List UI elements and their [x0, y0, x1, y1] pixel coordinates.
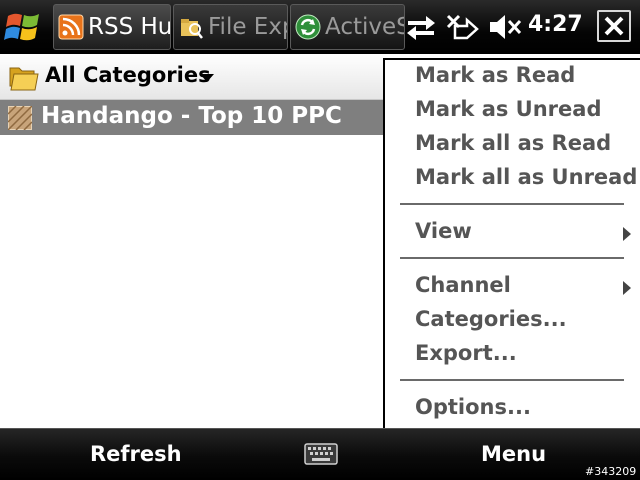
submenu-arrow-icon — [623, 227, 631, 241]
menu-item-view[interactable]: View — [415, 219, 472, 243]
clock[interactable]: 4:27 — [528, 12, 583, 37]
task-tab-label: ActiveSync — [325, 14, 404, 40]
watermark: #343209 — [585, 465, 637, 478]
menu-item-mark-as-read[interactable]: Mark as Read — [415, 63, 575, 87]
refresh-softkey[interactable]: Refresh — [90, 442, 182, 466]
menu-item-categories[interactable]: Categories... — [415, 307, 567, 331]
task-tab-file-explorer[interactable]: File Explorer — [173, 4, 288, 50]
context-menu: Mark as Read Mark as Unread Mark all as … — [383, 58, 640, 428]
menu-item-mark-all-as-read[interactable]: Mark all as Read — [415, 131, 611, 155]
speaker-muted-icon[interactable] — [487, 12, 523, 42]
menu-separator — [400, 257, 624, 259]
feed-icon — [8, 106, 32, 130]
no-signal-icon[interactable] — [445, 12, 481, 42]
task-tab-rss-hub[interactable]: RSS Hub — [53, 4, 171, 50]
menu-item-export[interactable]: Export... — [415, 341, 517, 365]
menu-item-mark-as-unread[interactable]: Mark as Unread — [415, 97, 602, 121]
submenu-arrow-icon — [623, 281, 631, 295]
file-explorer-icon — [181, 19, 203, 39]
connectivity-icon[interactable] — [404, 12, 438, 42]
feed-title: Handango - Top 10 PPC — [41, 103, 342, 129]
chevron-down-icon — [200, 74, 214, 82]
softkey-bar: Refresh Menu #343209 — [0, 428, 640, 480]
folder-icon — [9, 67, 39, 91]
rss-icon — [58, 14, 84, 40]
task-tab-activesync[interactable]: ActiveSync — [290, 4, 405, 50]
menu-item-channel[interactable]: Channel — [415, 273, 511, 297]
task-tab-label: RSS Hub — [88, 14, 170, 40]
screen: RSS Hub File Explorer ActiveSync — [0, 0, 640, 480]
taskbar: RSS Hub File Explorer ActiveSync — [0, 0, 640, 54]
close-button[interactable] — [597, 10, 631, 42]
menu-separator — [400, 379, 624, 381]
task-tab-label: File Explorer — [208, 14, 287, 40]
menu-separator — [400, 203, 624, 205]
menu-item-options[interactable]: Options... — [415, 395, 531, 419]
keyboard-button[interactable] — [304, 443, 338, 465]
activesync-icon — [295, 14, 321, 40]
start-button[interactable] — [0, 0, 50, 54]
category-label: All Categories — [45, 63, 211, 87]
menu-item-mark-all-as-unread[interactable]: Mark all as Unread — [415, 165, 637, 189]
windows-flag-icon — [4, 13, 39, 41]
close-icon — [604, 16, 624, 36]
menu-softkey[interactable]: Menu — [481, 442, 546, 466]
keyboard-icon — [304, 443, 338, 465]
